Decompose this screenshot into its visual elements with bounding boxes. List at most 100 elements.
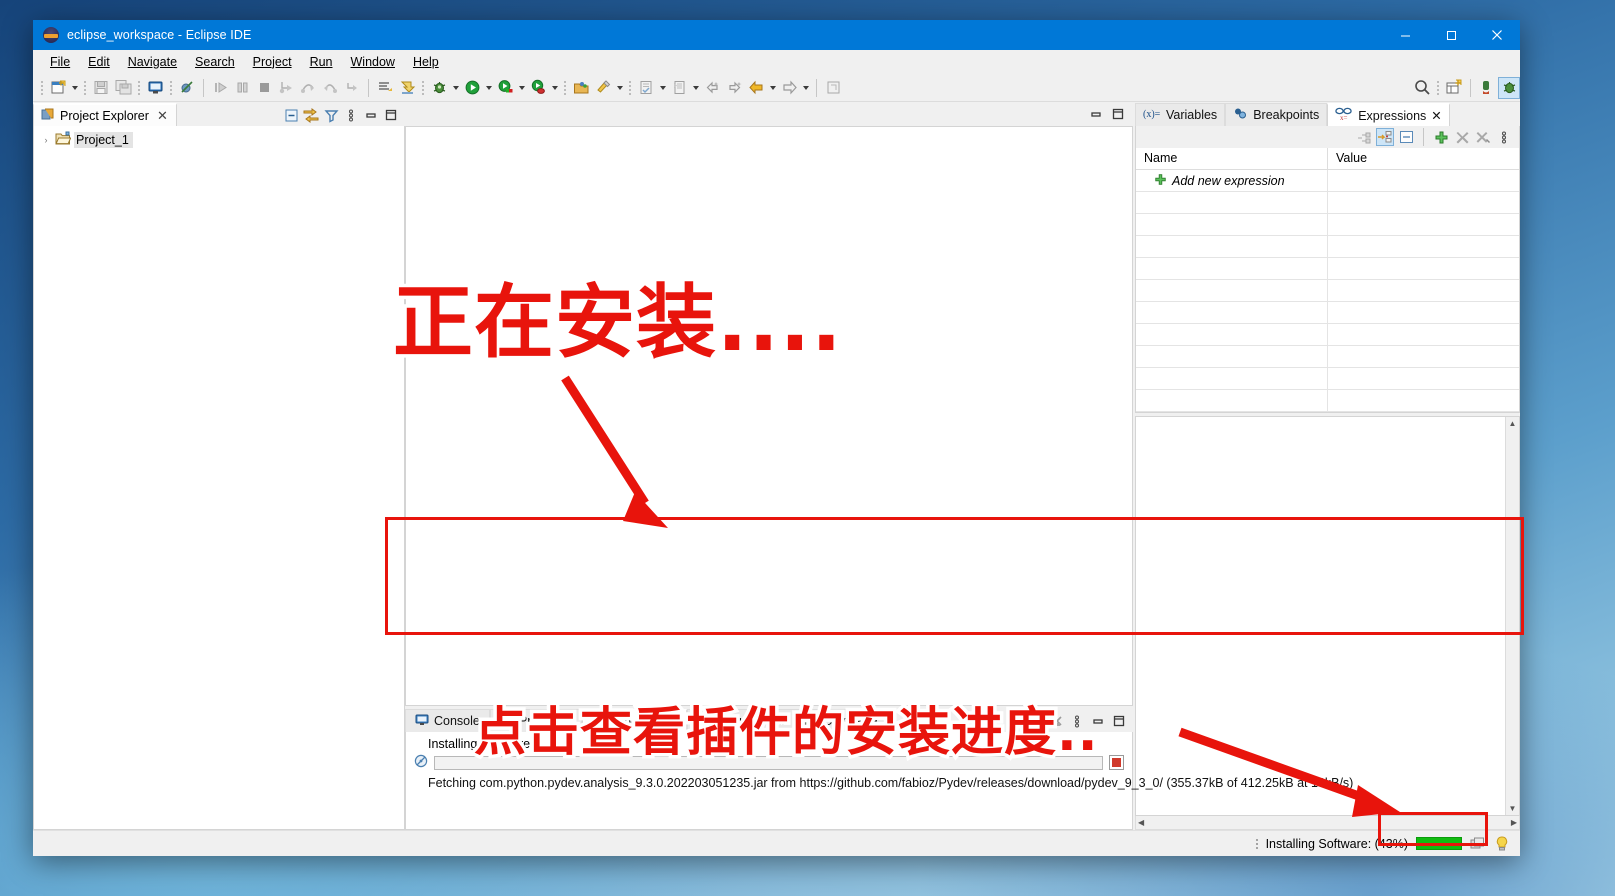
minimize-icon[interactable] — [1087, 105, 1105, 123]
maximize-button[interactable] — [1428, 20, 1474, 50]
details-text-area[interactable] — [1136, 417, 1505, 815]
view-filter-icon[interactable] — [322, 106, 340, 124]
use-step-filters-icon[interactable] — [374, 77, 396, 99]
column-header-value[interactable]: Value — [1328, 148, 1519, 170]
save-icon[interactable] — [90, 77, 112, 99]
menu-edit[interactable]: Edit — [79, 53, 119, 71]
step-over-icon[interactable] — [297, 77, 319, 99]
open-type-dropdown-icon[interactable] — [690, 77, 701, 99]
menu-run[interactable]: Run — [301, 53, 342, 71]
back-dropdown-icon[interactable] — [767, 77, 778, 99]
scroll-down-icon[interactable]: ▼ — [1509, 804, 1517, 813]
toolbar-grip[interactable] — [564, 79, 566, 96]
resume-icon[interactable] — [209, 77, 231, 99]
editor-canvas[interactable] — [405, 126, 1133, 706]
maximize-icon[interactable] — [1109, 105, 1127, 123]
toolbar-grip[interactable] — [629, 79, 631, 96]
clear-icon[interactable] — [1047, 712, 1065, 730]
close-icon[interactable]: ✕ — [157, 109, 168, 122]
scroll-up-icon[interactable]: ▲ — [1509, 419, 1517, 428]
minimize-icon[interactable] — [1089, 712, 1107, 730]
tab-progress[interactable]: Progress ✕ — [581, 709, 688, 732]
drop-to-frame-icon[interactable] — [341, 77, 363, 99]
remove-selected-icon[interactable] — [1453, 128, 1471, 146]
coverage-icon[interactable] — [494, 77, 516, 99]
forward-icon[interactable] — [778, 77, 800, 99]
show-details-pane-icon[interactable] — [1397, 128, 1415, 146]
project-tree[interactable]: › Project_1 — [33, 126, 405, 830]
coverage-dropdown-icon[interactable] — [516, 77, 527, 99]
step-into-icon[interactable] — [275, 77, 297, 99]
close-button[interactable] — [1474, 20, 1520, 50]
view-menu-icon[interactable] — [342, 106, 360, 124]
new-java-project-dropdown-icon[interactable] — [614, 77, 625, 99]
suspend-icon[interactable] — [231, 77, 253, 99]
new-wizard-icon[interactable] — [47, 77, 69, 99]
close-icon[interactable]: ✕ — [667, 714, 677, 729]
tab-coverage[interactable]: Coverage — [794, 709, 888, 732]
scroll-right-icon[interactable]: ▶ — [1511, 818, 1517, 827]
profile-icon[interactable] — [527, 77, 549, 99]
tip-of-the-day-icon[interactable] — [1494, 835, 1510, 852]
table-row[interactable] — [1136, 390, 1519, 412]
table-row[interactable] — [1136, 346, 1519, 368]
table-row[interactable] — [1136, 214, 1519, 236]
link-with-editor-icon[interactable] — [302, 106, 320, 124]
table-row[interactable] — [1136, 236, 1519, 258]
debug-dropdown-icon[interactable] — [450, 77, 461, 99]
new-class-dropdown-icon[interactable] — [657, 77, 668, 99]
table-row[interactable]: Add new expression — [1136, 170, 1519, 192]
toolbar-grip[interactable] — [422, 79, 424, 96]
run-icon[interactable] — [461, 77, 483, 99]
status-progress-bar[interactable] — [1416, 837, 1462, 850]
save-all-icon[interactable] — [112, 77, 134, 99]
profile-dropdown-icon[interactable] — [549, 77, 560, 99]
details-vertical-scrollbar[interactable]: ▲ ▼ — [1505, 417, 1519, 815]
background-jobs-icon[interactable] — [1470, 836, 1486, 852]
tab-breakpoints[interactable]: Breakpoints — [1225, 103, 1328, 126]
previous-annotation-icon[interactable] — [701, 77, 723, 99]
menu-search[interactable]: Search — [186, 53, 244, 71]
tab-expressions[interactable]: x= Expressions ✕ — [1327, 103, 1450, 126]
run-dropdown-icon[interactable] — [483, 77, 494, 99]
tab-project-explorer[interactable]: Project Explorer ✕ — [33, 103, 177, 126]
skip-all-breakpoints-icon[interactable] — [396, 77, 418, 99]
table-row[interactable] — [1136, 368, 1519, 390]
toolbar-grip[interactable] — [41, 79, 43, 96]
menu-help[interactable]: Help — [404, 53, 448, 71]
menu-file[interactable]: File — [41, 53, 79, 71]
chevron-right-icon[interactable]: › — [40, 135, 52, 145]
menu-navigate[interactable]: Navigate — [119, 53, 186, 71]
new-wizard-dropdown-icon[interactable] — [69, 77, 80, 99]
new-java-console-icon[interactable] — [144, 77, 166, 99]
table-row[interactable] — [1136, 280, 1519, 302]
remove-all-icon[interactable] — [1474, 128, 1492, 146]
minimize-icon[interactable] — [362, 106, 380, 124]
toolbar-grip[interactable] — [170, 79, 172, 96]
tree-item-project-1[interactable]: › Project_1 — [34, 130, 404, 149]
toolbar-grip[interactable] — [138, 79, 140, 96]
open-perspective-icon[interactable] — [1443, 77, 1465, 99]
expressions-table[interactable]: Name Value Add new expression — [1135, 148, 1520, 413]
details-horizontal-scrollbar[interactable]: ◀ ▶ — [1135, 816, 1520, 830]
column-header-name[interactable]: Name — [1136, 148, 1328, 170]
toolbar-grip[interactable] — [1437, 79, 1439, 96]
tab-console[interactable]: Console — [405, 709, 490, 732]
view-menu-icon[interactable] — [1495, 128, 1513, 146]
toggle-breakpoint-icon[interactable] — [176, 77, 198, 99]
table-row[interactable] — [1136, 258, 1519, 280]
menu-project[interactable]: Project — [244, 53, 301, 71]
collapse-all-icon[interactable] — [282, 106, 300, 124]
back-icon[interactable] — [745, 77, 767, 99]
tab-variables[interactable]: (x)= Variables — [1135, 103, 1226, 126]
external-tools-icon[interactable] — [570, 77, 592, 99]
maximize-icon[interactable] — [382, 106, 400, 124]
menu-window[interactable]: Window — [342, 53, 404, 71]
tab-problems[interactable]: Problems — [489, 709, 582, 732]
debug-perspective-icon[interactable] — [1498, 76, 1520, 99]
step-return-icon[interactable] — [319, 77, 341, 99]
tab-debug-shell[interactable]: J Debug Shell — [687, 709, 795, 732]
show-logical-structure-icon[interactable] — [1355, 128, 1373, 146]
expression-details-pane[interactable]: ▲ ▼ — [1135, 416, 1520, 816]
table-row[interactable] — [1136, 192, 1519, 214]
